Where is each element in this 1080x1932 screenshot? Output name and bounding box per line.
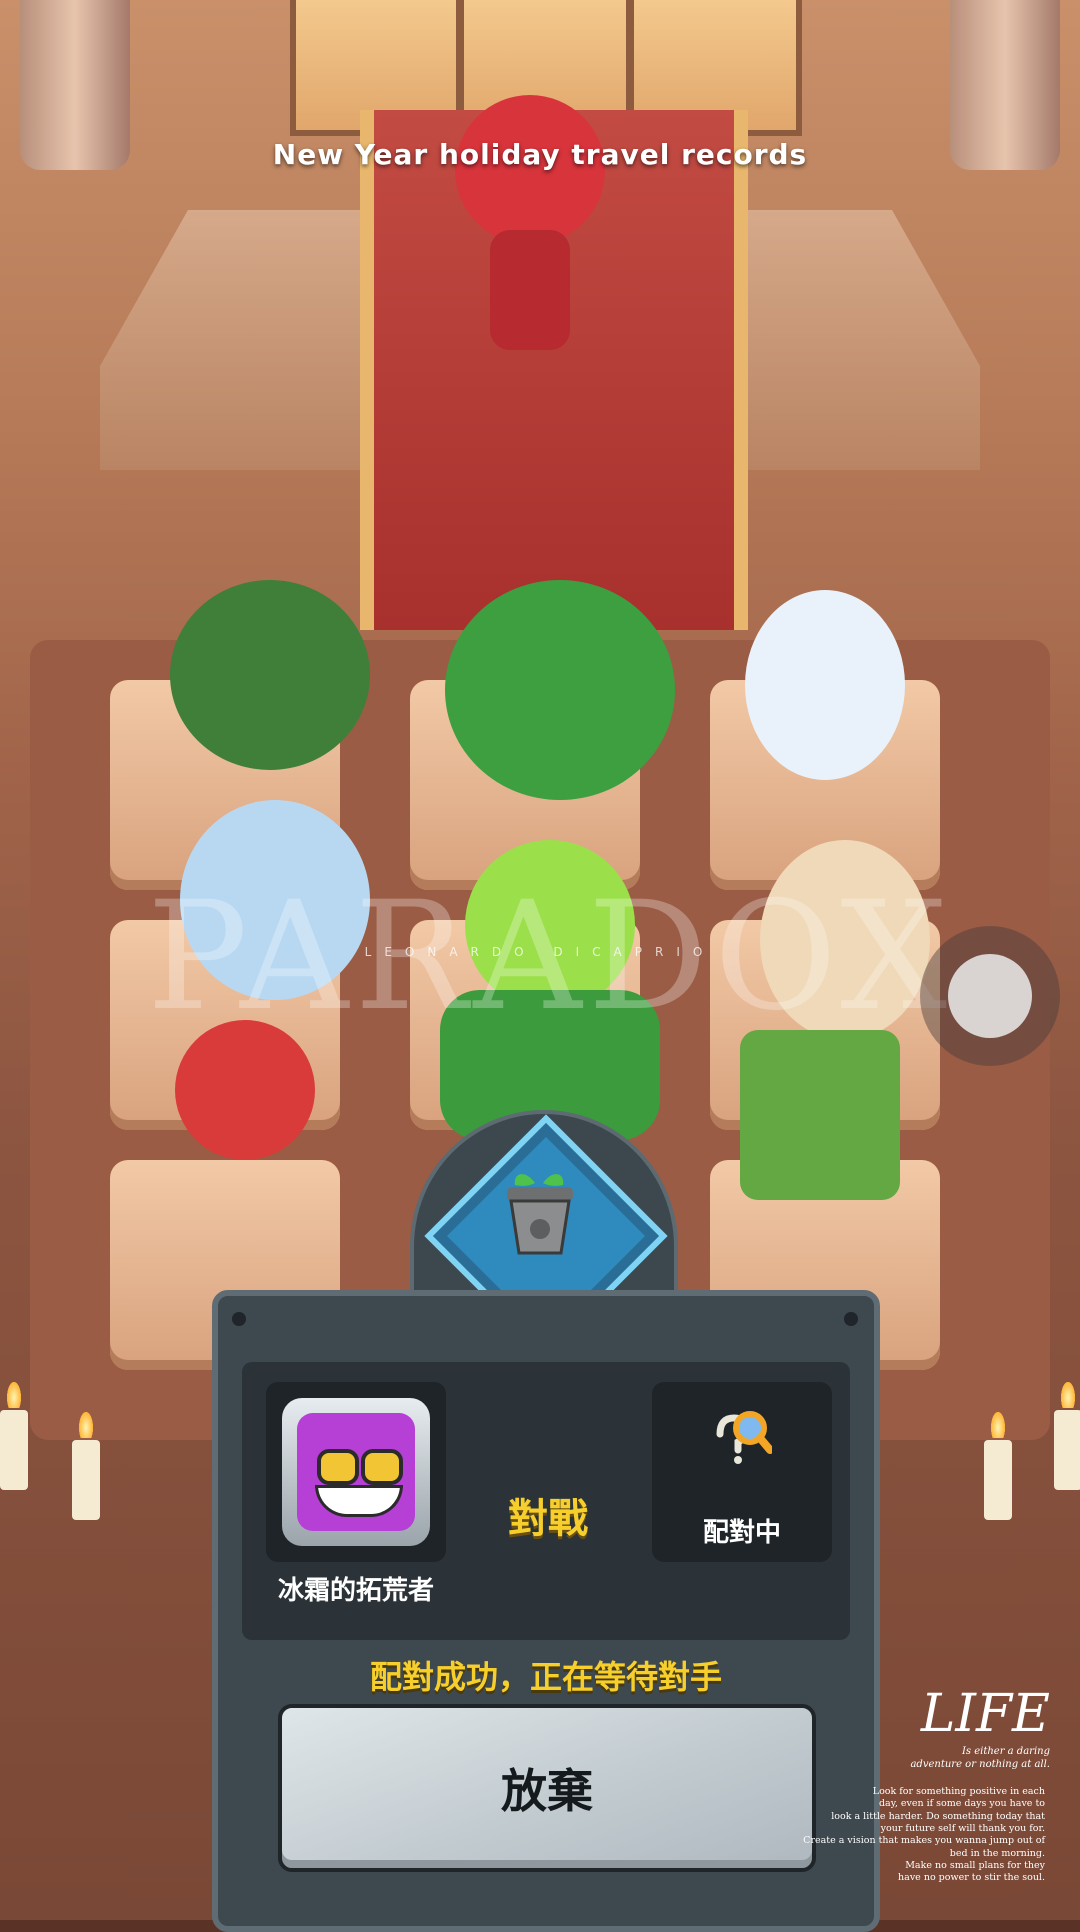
quote-line: have no power to stir the soul. bbox=[898, 1872, 1045, 1884]
player-avatar-frame bbox=[266, 1382, 446, 1562]
quote-line: Create a vision that makes you wanna jum… bbox=[803, 1835, 1045, 1847]
apple-hero-body bbox=[490, 230, 570, 350]
matchup-box: 冰霜的拓荒者 對戰 配對中 bbox=[242, 1362, 850, 1640]
quote-line: look a little harder. Do something today… bbox=[831, 1810, 1045, 1822]
matching-status-label: 配對中 bbox=[702, 1518, 781, 1548]
candle bbox=[1054, 1382, 1080, 1490]
floating-button-core bbox=[948, 954, 1032, 1038]
quote-line: Make no small plans for they bbox=[905, 1860, 1045, 1872]
watermelon-character bbox=[445, 580, 675, 800]
magnifier-icon bbox=[716, 1411, 772, 1464]
candle bbox=[0, 1382, 28, 1490]
life-tagline: Is either a daring bbox=[961, 1746, 1050, 1757]
floating-assist-button[interactable] bbox=[920, 926, 1060, 1066]
player-avatar bbox=[282, 1398, 430, 1546]
quote-line: your future self will thank you for. bbox=[880, 1823, 1045, 1835]
vs-label: 對戰 bbox=[508, 1496, 588, 1542]
rivet bbox=[232, 1312, 246, 1326]
flower-pot-icon bbox=[480, 1150, 600, 1270]
rivet bbox=[844, 1312, 858, 1326]
life-overlay: LIFE Is either a daring adventure or not… bbox=[820, 1688, 1050, 1771]
give-up-button[interactable]: 放棄 bbox=[278, 1704, 816, 1872]
life-quote: Look for something positive in each day,… bbox=[800, 1786, 1045, 1885]
match-status-message: 配對成功，正在等待對手 bbox=[369, 1658, 722, 1696]
watermark-subtext: LEONARDO DICAPRIO bbox=[364, 945, 716, 959]
match-panel: 冰霜的拓荒者 對戰 配對中 配對成功，正在等待對手 放棄 bbox=[212, 1290, 880, 1932]
mushroom-character bbox=[170, 580, 370, 770]
player-name: 冰霜的拓荒者 bbox=[277, 1576, 434, 1606]
bush-character bbox=[740, 1030, 900, 1200]
quote-line: Look for something positive in each bbox=[872, 1786, 1045, 1797]
page-title: New Year holiday travel records bbox=[272, 138, 808, 171]
candle bbox=[984, 1412, 1012, 1520]
ghost-character bbox=[745, 590, 905, 780]
candle bbox=[72, 1412, 100, 1520]
opponent-slot: 配對中 bbox=[652, 1382, 832, 1562]
life-title: LIFE bbox=[920, 1684, 1050, 1744]
life-tagline: adventure or nothing at all. bbox=[910, 1758, 1050, 1770]
quote-line: bed in the morning. bbox=[949, 1847, 1045, 1859]
quote-line: day, even if some days you have to bbox=[878, 1798, 1045, 1810]
